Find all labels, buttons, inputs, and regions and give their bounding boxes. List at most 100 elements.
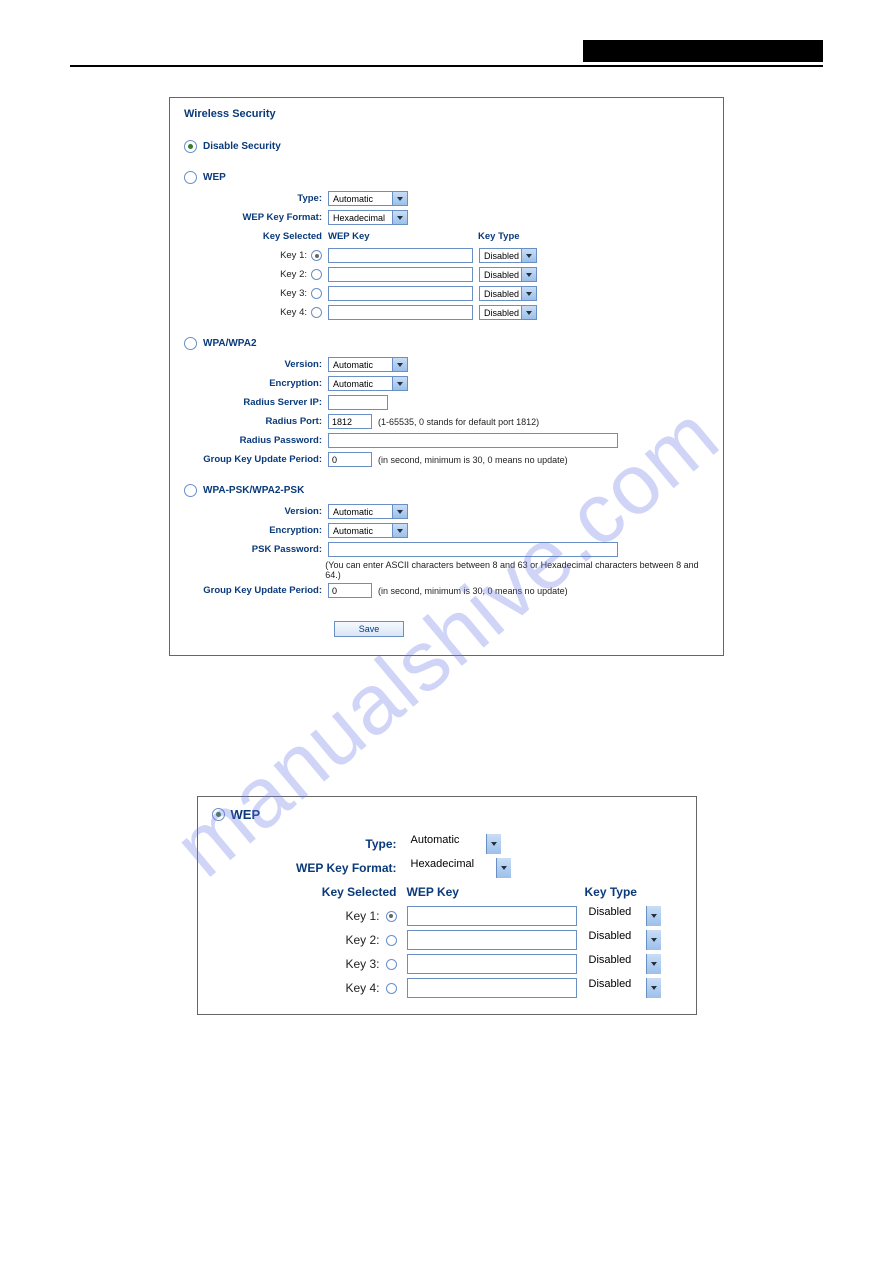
chevron-down-icon: [646, 978, 661, 998]
wep-type-label: Type:: [212, 837, 407, 851]
header-bar: [70, 40, 823, 62]
radio-icon: [184, 337, 197, 350]
chevron-down-icon: [521, 306, 536, 319]
option-wep[interactable]: WEP: [212, 807, 682, 822]
wep-key-input[interactable]: [328, 305, 473, 320]
chevron-down-icon: [392, 377, 407, 390]
key-type-select[interactable]: Disabled: [585, 978, 661, 998]
key-type-select[interactable]: Disabled: [479, 305, 537, 320]
key-radio[interactable]: [386, 935, 397, 946]
wep-type-select[interactable]: Automatic: [407, 834, 501, 854]
wpa-encryption-select[interactable]: Automatic: [328, 376, 408, 391]
wep-key-header: WEP Key: [328, 231, 478, 242]
wep-format-label: WEP Key Format:: [184, 212, 328, 223]
select-value: Automatic: [411, 834, 460, 846]
wep-type-select[interactable]: Automatic: [328, 191, 408, 206]
key-type-select[interactable]: Disabled: [479, 286, 537, 301]
chevron-down-icon: [646, 930, 661, 950]
option-wpa[interactable]: WPA/WPA2: [184, 337, 709, 350]
select-value: Automatic: [333, 360, 373, 370]
key-label: Key 4:: [280, 307, 307, 318]
wep-key-input[interactable]: [407, 930, 577, 950]
wpapsk-encryption-select[interactable]: Automatic: [328, 523, 408, 538]
wep-key-row: Key 1: Disabled: [212, 906, 682, 926]
psk-pwd-input[interactable]: [328, 542, 618, 557]
wep-key-row: Key 1: Disabled: [184, 247, 709, 264]
radius-pwd-label: Radius Password:: [184, 435, 328, 446]
key-selected-header: Key Selected: [212, 885, 407, 899]
wep-key-row: Key 3: Disabled: [212, 954, 682, 974]
chevron-down-icon: [521, 287, 536, 300]
wep-key-input[interactable]: [328, 286, 473, 301]
wep-format-select[interactable]: Hexadecimal: [407, 858, 511, 878]
key-label: Key 3:: [345, 957, 379, 971]
select-value: Automatic: [333, 194, 373, 204]
chevron-down-icon: [646, 954, 661, 974]
key-label: Key 1:: [280, 250, 307, 261]
key-radio[interactable]: [311, 250, 322, 261]
radio-icon: [184, 171, 197, 184]
option-disable-security[interactable]: Disable Security: [184, 140, 709, 153]
select-value: Automatic: [333, 526, 373, 536]
wpapsk-groupkey-input[interactable]: [328, 583, 372, 598]
option-wpapsk[interactable]: WPA-PSK/WPA2-PSK: [184, 484, 709, 497]
header-black-box: [583, 40, 823, 62]
key-radio[interactable]: [386, 983, 397, 994]
key-radio[interactable]: [311, 288, 322, 299]
select-value: Disabled: [484, 251, 519, 261]
wireless-security-panel: Wireless Security Disable Security WEP T…: [169, 97, 724, 656]
key-radio[interactable]: [311, 269, 322, 280]
wpa-groupkey-input[interactable]: [328, 452, 372, 467]
select-value: Hexadecimal: [411, 858, 475, 870]
wpapsk-version-select[interactable]: Automatic: [328, 504, 408, 519]
radio-icon: [184, 140, 197, 153]
wep-key-header: WEP Key: [407, 885, 585, 899]
select-value: Automatic: [333, 507, 373, 517]
option-label: WPA/WPA2: [203, 338, 257, 349]
wep-key-row: Key 4: Disabled: [184, 304, 709, 321]
wep-format-select[interactable]: Hexadecimal: [328, 210, 408, 225]
option-label: WEP: [203, 172, 226, 183]
select-value: Hexadecimal: [333, 213, 385, 223]
radius-port-label: Radius Port:: [184, 416, 328, 427]
key-type-select[interactable]: Disabled: [585, 906, 661, 926]
radius-port-input[interactable]: [328, 414, 372, 429]
radius-ip-input[interactable]: [328, 395, 388, 410]
key-type-select[interactable]: Disabled: [479, 248, 537, 263]
select-value: Disabled: [484, 308, 519, 318]
psk-hint: (You can enter ASCII characters between …: [325, 560, 709, 580]
select-value: Disabled: [589, 906, 632, 918]
option-wep[interactable]: WEP: [184, 171, 709, 184]
wep-key-input[interactable]: [407, 906, 577, 926]
key-type-select[interactable]: Disabled: [585, 954, 661, 974]
wep-key-input[interactable]: [407, 954, 577, 974]
save-button[interactable]: Save: [334, 621, 404, 637]
select-value: Disabled: [484, 270, 519, 280]
radius-port-hint: (1-65535, 0 stands for default port 1812…: [378, 417, 539, 427]
key-radio[interactable]: [386, 911, 397, 922]
select-value: Disabled: [589, 978, 632, 990]
wep-closeup-panel: WEP Type: Automatic WEP Key Format: Hexa…: [197, 796, 697, 1015]
wpapsk-version-label: Version:: [184, 506, 328, 517]
wep-type-label: Type:: [184, 193, 328, 204]
option-label: WPA-PSK/WPA2-PSK: [203, 485, 304, 496]
wpa-version-select[interactable]: Automatic: [328, 357, 408, 372]
wep-key-row: Key 2: Disabled: [212, 930, 682, 950]
key-type-select[interactable]: Disabled: [479, 267, 537, 282]
radius-pwd-input[interactable]: [328, 433, 618, 448]
chevron-down-icon: [392, 211, 407, 224]
chevron-down-icon: [392, 358, 407, 371]
chevron-down-icon: [521, 249, 536, 262]
wep-key-row: Key 3: Disabled: [184, 285, 709, 302]
wep-key-input[interactable]: [407, 978, 577, 998]
wpapsk-groupkey-hint: (in second, minimum is 30, 0 means no up…: [378, 586, 568, 596]
wep-key-input[interactable]: [328, 267, 473, 282]
chevron-down-icon: [486, 834, 501, 854]
key-radio[interactable]: [386, 959, 397, 970]
key-type-select[interactable]: Disabled: [585, 930, 661, 950]
wep-key-row: Key 2: Disabled: [184, 266, 709, 283]
chevron-down-icon: [496, 858, 511, 878]
wep-key-input[interactable]: [328, 248, 473, 263]
key-radio[interactable]: [311, 307, 322, 318]
chevron-down-icon: [392, 505, 407, 518]
